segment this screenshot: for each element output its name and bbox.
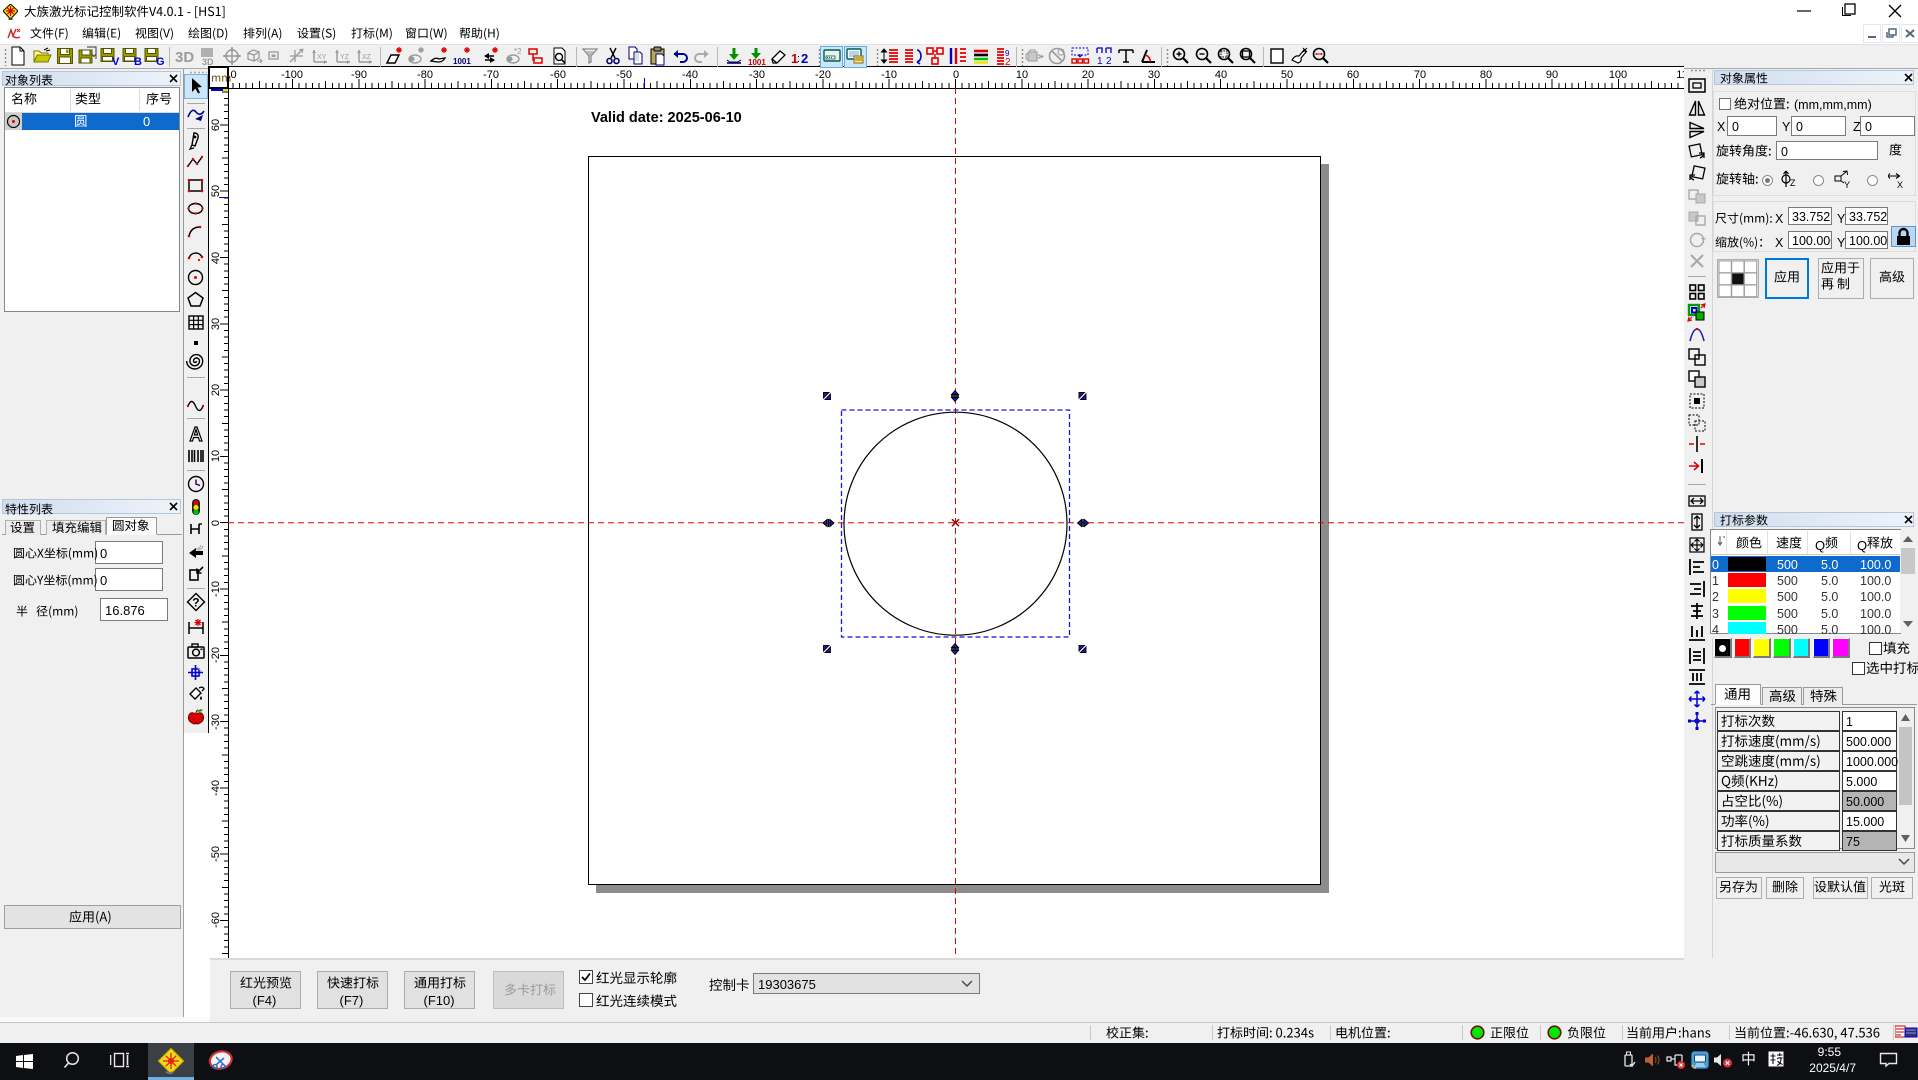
- svg-text::: :: [797, 53, 800, 65]
- svg-text:2: 2: [801, 51, 808, 66]
- svg-text:Y: Y: [1844, 180, 1850, 189]
- svg-text:*2: *2: [514, 47, 522, 56]
- svg-text:YZ: YZ: [340, 54, 350, 61]
- svg-text:1001: 1001: [748, 58, 766, 66]
- svg-text:2: 2: [1106, 56, 1112, 66]
- svg-text:1: 1: [1097, 56, 1103, 66]
- svg-text:1001: 1001: [453, 57, 471, 66]
- svg-text:XZ: XZ: [362, 54, 372, 61]
- svg-text:2: 2: [1005, 57, 1011, 66]
- svg-text:V: V: [112, 56, 120, 66]
- svg-text:B: B: [134, 56, 142, 66]
- svg-text:?: ?: [192, 596, 199, 610]
- svg-text:3D: 3D: [202, 57, 214, 66]
- svg-text:G: G: [156, 56, 164, 66]
- svg-text:Z: Z: [1790, 178, 1796, 188]
- svg-text:X: X: [1897, 180, 1903, 189]
- svg-text:3D: 3D: [175, 49, 194, 66]
- svg-text:XY: XY: [317, 54, 327, 61]
